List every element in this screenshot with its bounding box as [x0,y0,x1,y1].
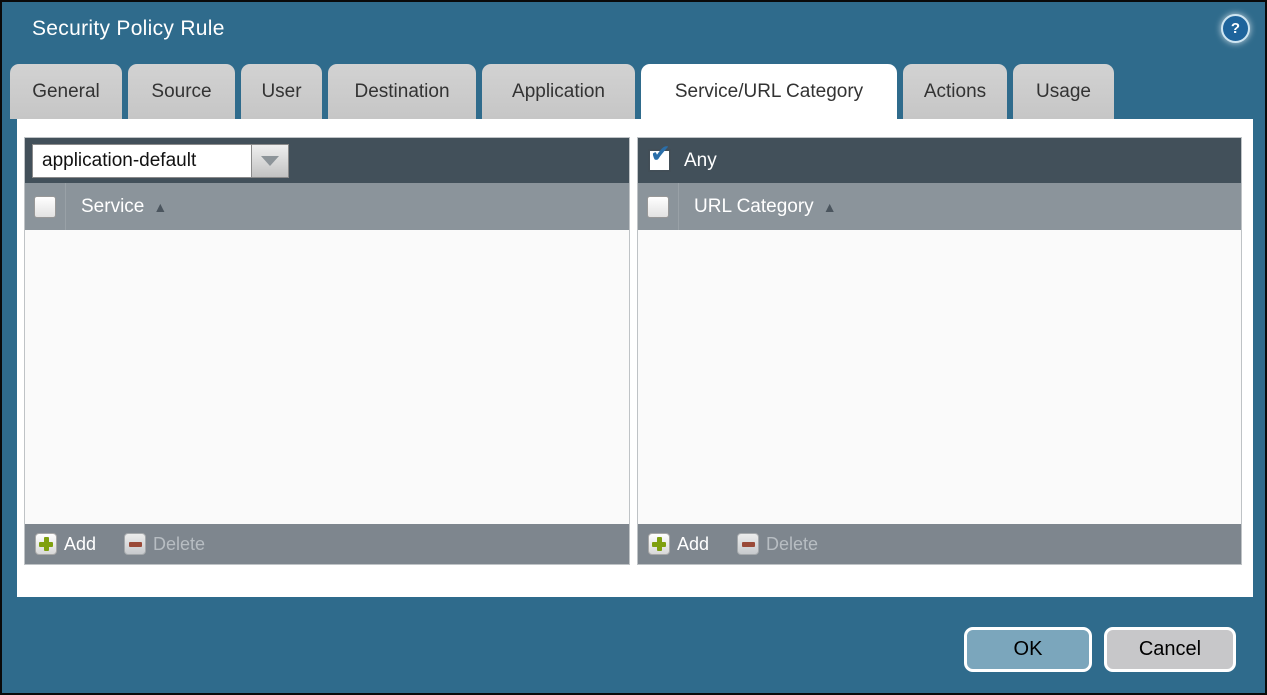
url-category-add-button[interactable]: Add [648,533,709,555]
delete-minus-icon [124,533,146,555]
tab-application[interactable]: Application [482,64,635,119]
add-plus-icon [35,533,57,555]
url-category-panel: ✔ Any URL Category ▲ Add [637,137,1242,565]
service-delete-button[interactable]: Delete [124,533,205,555]
service-column-label: Service [81,196,144,218]
service-toolbar: application-default [25,138,629,183]
service-table-header: Service ▲ [25,183,629,230]
any-checkbox[interactable]: ✔ [648,149,671,172]
delete-minus-icon [737,533,759,555]
url-category-select-all-cell [638,183,679,230]
add-plus-icon [648,533,670,555]
help-glyph: ? [1231,20,1240,37]
url-category-table-header: URL Category ▲ [638,183,1241,230]
service-type-dropdown[interactable]: application-default [32,144,289,178]
service-panel: application-default Service ▲ [24,137,630,565]
tab-user[interactable]: User [241,64,322,119]
checkmark-icon: ✔ [650,141,671,166]
service-table-body [25,230,629,524]
any-checkbox-label: Any [684,150,717,172]
tab-usage[interactable]: Usage [1013,64,1114,119]
chevron-down-icon [261,156,279,166]
url-category-panel-footer: Add Delete [638,524,1241,564]
tab-destination[interactable]: Destination [328,64,476,119]
page-title: Security Policy Rule [32,17,225,41]
help-icon[interactable]: ? [1221,14,1250,43]
service-type-dropdown-value[interactable]: application-default [32,144,251,178]
url-category-column-header[interactable]: URL Category ▲ [679,196,837,218]
tab-actions[interactable]: Actions [903,64,1007,119]
sort-asc-icon: ▲ [823,199,837,215]
tab-bar: General Source User Destination Applicat… [10,64,1114,119]
service-select-all-cell [25,183,66,230]
security-policy-rule-dialog: Security Policy Rule ? General Source Us… [2,2,1265,693]
tab-general[interactable]: General [10,64,122,119]
tab-service-url-category[interactable]: Service/URL Category [641,64,897,119]
service-panel-footer: Add Delete [25,524,629,564]
ok-button[interactable]: OK [964,627,1092,672]
cancel-button[interactable]: Cancel [1104,627,1236,672]
url-category-delete-button[interactable]: Delete [737,533,818,555]
url-category-toolbar: ✔ Any [638,138,1241,183]
dropdown-arrow-button[interactable] [251,144,289,178]
url-category-select-all-checkbox[interactable] [647,196,669,218]
service-column-header[interactable]: Service ▲ [66,196,167,218]
url-category-table-body [638,230,1241,524]
url-category-column-label: URL Category [694,196,814,218]
sort-asc-icon: ▲ [153,199,167,215]
tab-content-area: application-default Service ▲ [17,119,1253,597]
tab-source[interactable]: Source [128,64,235,119]
service-add-button[interactable]: Add [35,533,96,555]
service-select-all-checkbox[interactable] [34,196,56,218]
